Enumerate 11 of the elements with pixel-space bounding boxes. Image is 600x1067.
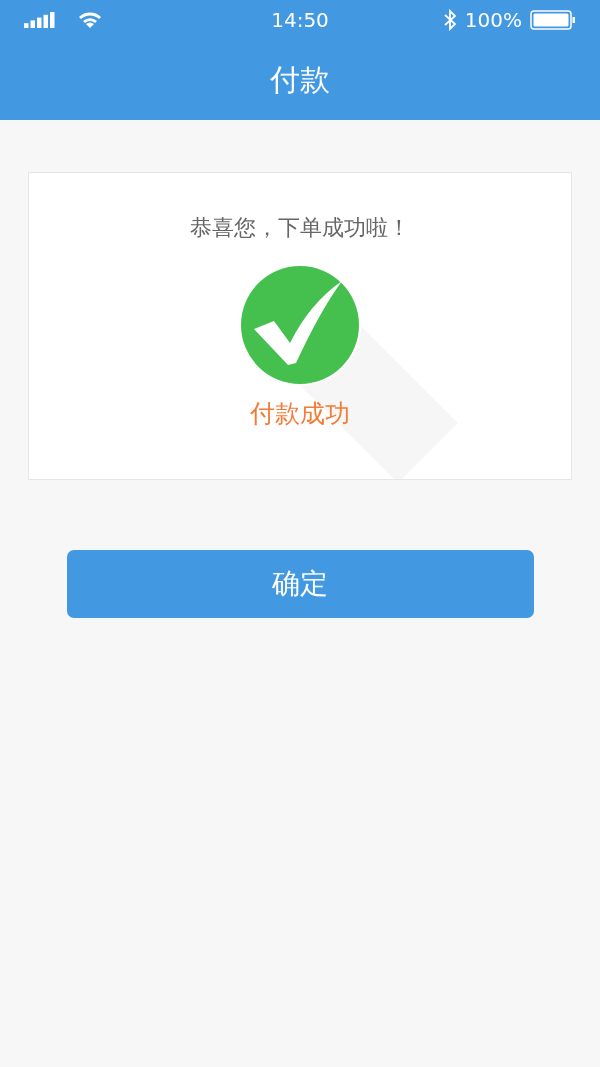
wifi-icon [78,11,102,29]
bluetooth-icon [442,9,457,31]
battery-icon [530,10,576,30]
confirm-button[interactable]: 确定 [66,550,534,618]
signal-icon [24,12,56,28]
battery-percentage: 100% [464,8,522,32]
payment-status: 付款成功 [250,398,350,430]
status-time: 14:50 [271,8,329,32]
page-title: 付款 [270,60,330,99]
check-circle-icon [238,263,362,387]
success-message: 恭喜您，下单成功啦！ [190,214,410,242]
